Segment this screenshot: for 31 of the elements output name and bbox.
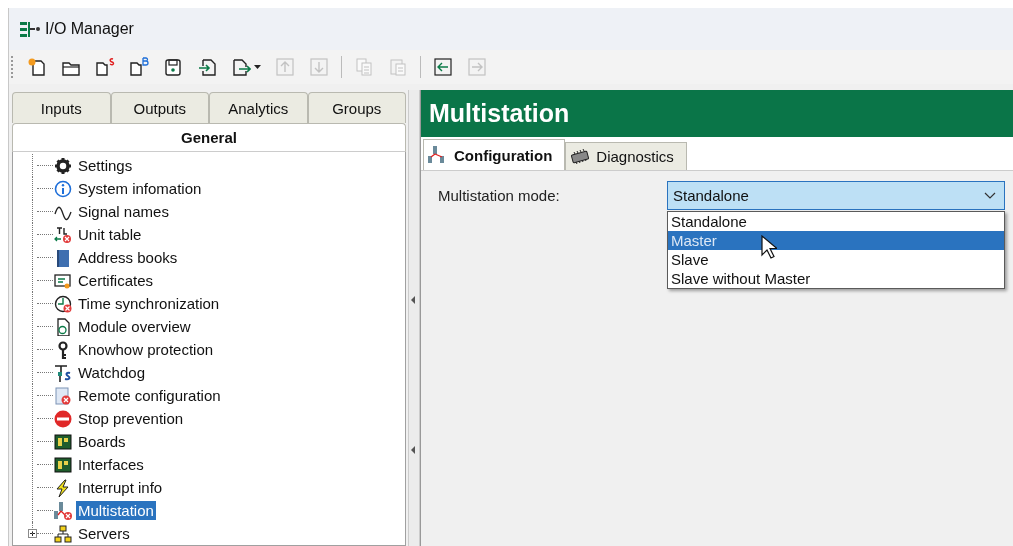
tab[interactable]: Inputs: [12, 92, 111, 123]
tree-item[interactable]: Unit table: [76, 225, 144, 244]
dropdown-option[interactable]: Slave: [668, 250, 1004, 269]
tab[interactable]: Configuration: [423, 139, 566, 170]
tree-item[interactable]: System infomation: [76, 179, 204, 198]
tab[interactable]: General: [12, 123, 406, 152]
window-title: I/O Manager: [45, 20, 134, 38]
tab[interactable]: Groups: [307, 92, 406, 123]
tree-item[interactable]: Address books: [76, 248, 180, 267]
tree-item[interactable]: Knowhow protection: [76, 340, 216, 359]
tree-item[interactable]: Module overview: [76, 317, 193, 336]
tree-item[interactable]: Settings: [76, 156, 135, 175]
tab[interactable]: Diagnostics: [565, 142, 687, 170]
tab[interactable]: Outputs: [110, 92, 209, 123]
tree-item[interactable]: Signal names: [76, 202, 171, 221]
tree-item[interactable]: Boards: [76, 432, 128, 451]
tree-item[interactable]: Interrupt info: [76, 478, 165, 497]
dropdown[interactable]: Standalone: [667, 181, 1005, 210]
tree-item[interactable]: Multistation: [76, 501, 156, 520]
tree-item[interactable]: Stop prevention: [76, 409, 186, 428]
field-label: Multistation mode:: [438, 187, 561, 204]
tree-item[interactable]: Interfaces: [76, 455, 146, 474]
tree-item[interactable]: Time synchronization: [76, 294, 222, 313]
tree-item[interactable]: Watchdog: [76, 363, 147, 382]
dropdown-option[interactable]: Slave without Master: [668, 269, 1004, 288]
tree-item[interactable]: Remote configuration: [76, 386, 223, 405]
tree-item[interactable]: Certificates: [76, 271, 156, 290]
dropdown-option[interactable]: Standalone: [668, 212, 1004, 231]
tab[interactable]: Analytics: [209, 92, 308, 123]
page-header: Multistation: [421, 90, 1013, 137]
tree-item[interactable]: Servers: [76, 524, 132, 543]
